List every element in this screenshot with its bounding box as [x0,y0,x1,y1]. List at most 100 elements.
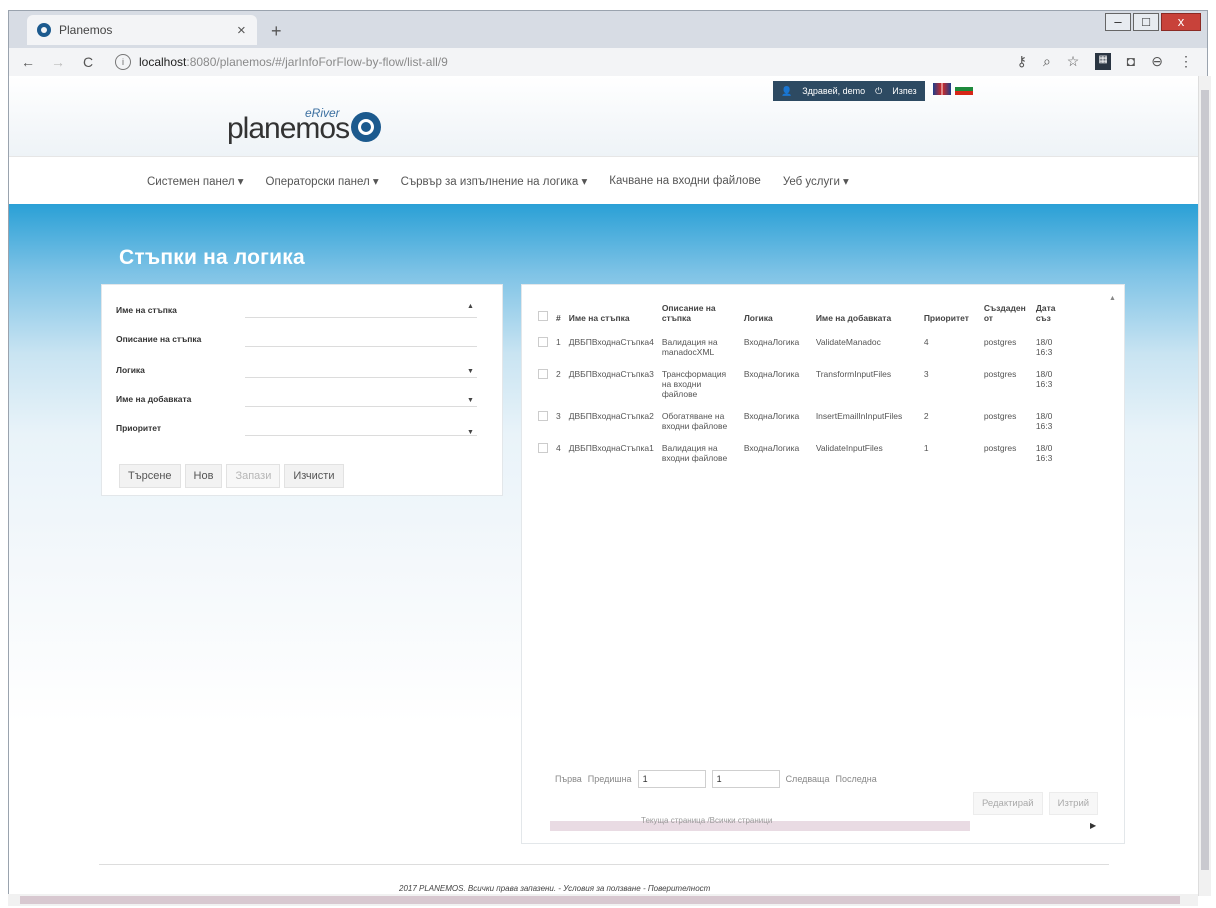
camera-icon[interactable]: ◘ [1127,53,1135,70]
cell-number: 3 [556,411,561,421]
new-button[interactable]: Нов [184,464,223,488]
cell-created-by: postgres [983,411,1017,421]
language-switcher [933,83,973,95]
cell-created-by: postgres [983,337,1017,347]
col-created-by[interactable]: Създаден от [980,303,1032,331]
zoom-icon[interactable]: ⌕ [1043,53,1051,70]
save-button[interactable]: Запази [226,464,281,488]
col-step-desc[interactable]: Описание на стъпка [658,303,740,331]
profile-icon[interactable]: ⊖ [1151,53,1163,70]
extension-icon[interactable]: ▦ [1095,53,1111,70]
row-checkbox[interactable] [534,363,552,405]
nav-web-services[interactable]: Уеб услуги ▾ [783,174,849,188]
table-row[interactable]: 2 ДВБПВходнаСтъпка3 Трансформация на вхо… [534,363,1062,405]
reload-icon[interactable]: C [77,54,99,70]
table-row[interactable]: 1 ДВБПВходнаСтъпка4 Валидация на manadoc… [534,331,1062,363]
window-controls: – □ x [1105,13,1201,31]
edit-button[interactable]: Редактирай [973,792,1043,815]
back-icon[interactable]: ← [17,54,39,70]
cell-number: 1 [556,337,561,347]
user-icon: 👤 [781,85,793,96]
page-horizontal-scrollbar[interactable] [8,894,1198,906]
site-logo[interactable]: planemos eRiver [227,106,382,146]
new-tab-button[interactable]: + [271,21,282,42]
bulgarian-flag-icon[interactable] [955,83,973,95]
step-name-label: Име на стъпка [116,305,177,315]
forward-icon[interactable]: → [47,54,69,70]
page-vertical-scrollbar[interactable] [1198,76,1211,896]
browser-titlebar: Planemos × + – □ x [8,10,1208,48]
nav-upload-files[interactable]: Качване на входни файлове [609,175,761,187]
cell-addon: TransformInputFiles [815,369,892,379]
user-bar: 👤 Здравей, demo ⏻ Изпез [773,81,925,101]
address-bar[interactable]: i localhost:8080/planemos/#/jarInfoForFl… [115,54,448,70]
addon-select[interactable] [245,390,477,407]
cell-step-name: ДВБПВходнаСтъпка4 [568,337,654,347]
priority-input[interactable] [245,419,477,436]
cell-logic: ВходнаЛогика [743,369,800,379]
table-scroll-right-icon[interactable]: ▶ [1090,821,1096,830]
cell-created-by: postgres [983,443,1017,453]
menu-icon[interactable]: ⋮ [1179,53,1193,70]
minimize-button[interactable]: – [1105,13,1131,31]
logout-link[interactable]: Изпез [892,86,916,96]
tab-close-icon[interactable]: × [237,22,257,39]
step-name-input[interactable] [245,301,477,318]
close-window-button[interactable]: x [1161,13,1201,31]
filter-buttons: Търсене Нов Запази Изчисти [119,464,344,488]
addon-label: Име на добавката [116,394,192,404]
next-page-link[interactable]: Следваща [786,774,830,784]
step-desc-input[interactable] [245,330,477,347]
row-checkbox[interactable] [534,405,552,437]
scroll-down-icon[interactable]: ▼ [467,429,474,436]
nav-logic-server[interactable]: Сървър за изпълнение на логика ▾ [401,174,588,188]
nav-operator-panel[interactable]: Операторски панел ▾ [266,174,379,188]
bookmark-star-icon[interactable]: ☆ [1067,53,1080,70]
key-icon[interactable]: ⚷ [1017,53,1027,70]
tab-title: Planemos [59,23,113,37]
col-created-date[interactable]: Дата съз [1032,303,1062,331]
vertical-scroll-thumb[interactable] [1201,90,1209,870]
cell-logic: ВходнаЛогика [743,443,800,453]
addon-dropdown-icon[interactable]: ▼ [467,397,474,404]
prev-page-link[interactable]: Предишна [588,774,632,784]
table-row[interactable]: 3 ДВБПВходнаСтъпка2 Обогатяване на входн… [534,405,1062,437]
cell-step-name: ДВБПВходнаСтъпка1 [568,443,654,453]
cell-step-desc: Трансформация на входни файлове [661,369,727,399]
cell-priority: 2 [923,411,929,421]
horizontal-scroll-thumb[interactable] [20,896,1180,904]
last-page-link[interactable]: Последна [835,774,876,784]
first-page-link[interactable]: Първа [555,774,582,784]
col-step-name[interactable]: Име на стъпка [565,303,658,331]
browser-tab[interactable]: Planemos × [27,15,257,45]
col-number[interactable]: # [552,303,565,331]
search-button[interactable]: Търсене [119,464,181,488]
logic-dropdown-icon[interactable]: ▼ [467,368,474,375]
cell-priority: 3 [923,369,929,379]
cell-logic: ВходнаЛогика [743,337,800,347]
nav-system-panel[interactable]: Системен панел ▾ [147,174,244,188]
row-checkbox[interactable] [534,437,552,469]
table-scroll-up-icon[interactable]: ▲ [1109,295,1116,302]
scroll-up-icon[interactable]: ▲ [467,303,474,310]
current-page-input[interactable]: 1 [637,770,706,788]
footer-text: 2017 PLANEMOS. Всички права запазени. - … [399,884,711,893]
table-row[interactable]: 4 ДВБПВходнаСтъпка1 Валидация на входни … [534,437,1062,469]
select-all-checkbox[interactable] [534,303,552,331]
english-flag-icon[interactable] [933,83,951,95]
clear-button[interactable]: Изчисти [284,464,344,488]
cell-addon: ValidateInputFiles [815,443,883,453]
maximize-button[interactable]: □ [1133,13,1159,31]
cell-priority: 4 [923,337,929,347]
site-info-icon[interactable]: i [115,54,131,70]
footer-divider [99,864,1109,865]
greeting-text[interactable]: Здравей, demo [802,86,865,96]
col-priority[interactable]: Приоритет [920,303,980,331]
row-checkbox[interactable] [534,331,552,363]
logic-select[interactable] [245,361,477,378]
url-path: :8080/planemos/#/jarInfoForFlow-by-flow/… [186,55,448,69]
power-icon: ⏻ [875,85,883,96]
col-logic[interactable]: Логика [740,303,812,331]
col-addon[interactable]: Име на добавката [812,303,920,331]
delete-button[interactable]: Изтрий [1048,792,1099,815]
